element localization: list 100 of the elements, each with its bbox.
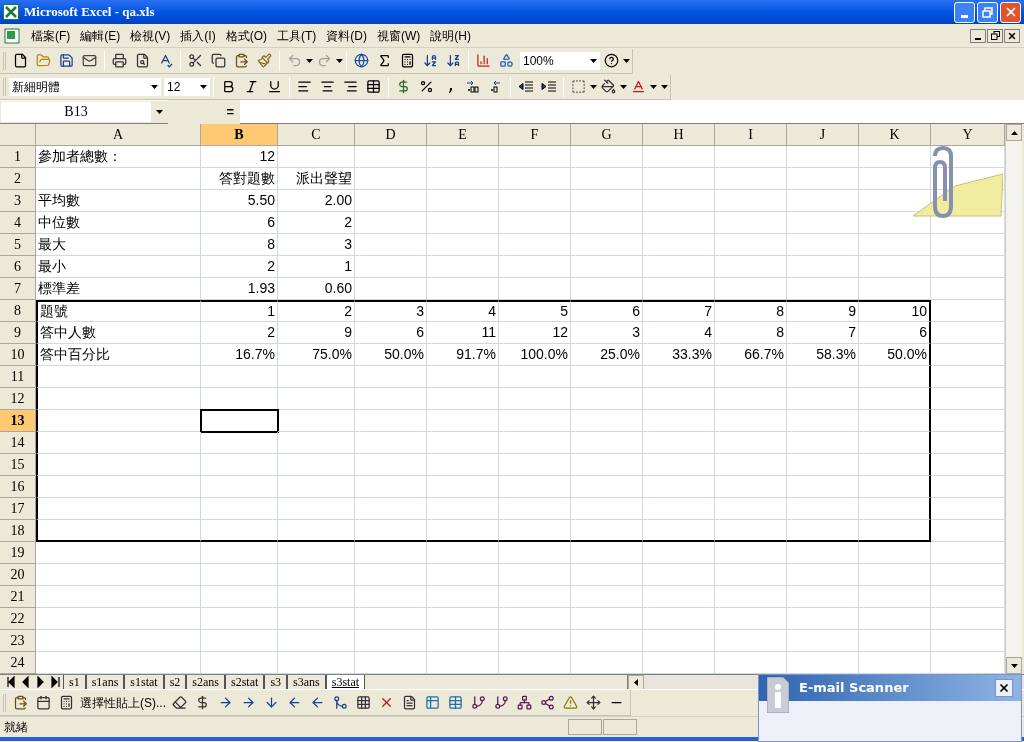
dropdown-arrow-icon[interactable]: [590, 58, 597, 63]
sigma-icon[interactable]: [377, 53, 392, 68]
arrow-down-icon[interactable]: [264, 695, 279, 710]
sheet-tab[interactable]: s1stat: [124, 674, 164, 690]
copy-icon[interactable]: [211, 53, 226, 68]
menu-item[interactable]: 說明(H): [425, 26, 476, 45]
sheet-tab[interactable]: s2stat: [225, 674, 265, 690]
cut-icon[interactable]: [188, 53, 203, 68]
dropdown-arrow-icon[interactable]: [306, 58, 313, 63]
menu-item[interactable]: 視窗(W): [372, 26, 426, 45]
sheet-tab[interactable]: s2ans: [186, 674, 226, 690]
dropdown-arrow-icon[interactable]: [620, 84, 627, 89]
row-header[interactable]: 7: [0, 278, 36, 300]
row-header[interactable]: 10: [0, 344, 36, 366]
spelling-icon[interactable]: [158, 53, 173, 68]
sheet-tab[interactable]: s3stat: [325, 674, 366, 690]
font-field[interactable]: 新細明體: [9, 77, 161, 96]
bold-icon[interactable]: [221, 79, 236, 94]
dropdown-arrow-icon[interactable]: [200, 84, 207, 89]
column-header[interactable]: A: [36, 124, 201, 146]
branch-icon[interactable]: [494, 695, 509, 710]
row-header[interactable]: 11: [0, 366, 36, 388]
dropdown-arrow-icon[interactable]: [151, 84, 158, 89]
sheet-tab[interactable]: s3: [264, 674, 288, 690]
shapes-icon[interactable]: [499, 53, 514, 68]
name-box-dropdown-button[interactable]: [151, 101, 167, 122]
row-header[interactable]: 16: [0, 476, 36, 498]
menu-item[interactable]: 資料(D): [321, 26, 372, 45]
close-button[interactable]: [995, 679, 1013, 697]
document-icon[interactable]: [402, 695, 417, 710]
column-header[interactable]: J: [787, 124, 859, 146]
column-header[interactable]: D: [355, 124, 427, 146]
calculator-icon[interactable]: [59, 695, 74, 710]
row-header[interactable]: 17: [0, 498, 36, 520]
row-header[interactable]: 19: [0, 542, 36, 564]
menu-item[interactable]: 檢視(V): [125, 26, 176, 45]
column-header[interactable]: F: [499, 124, 571, 146]
row-header[interactable]: 5: [0, 234, 36, 256]
dropdown-arrow-icon[interactable]: [590, 84, 597, 89]
align-center-icon[interactable]: [320, 79, 335, 94]
dropdown-arrow-icon[interactable]: [336, 58, 343, 63]
scroll-down-button[interactable]: [1006, 657, 1022, 674]
font-size-field[interactable]: 12: [164, 77, 210, 96]
eraser-icon[interactable]: [172, 695, 187, 710]
sheet-tab[interactable]: s2: [163, 674, 187, 690]
font-color-icon[interactable]: [631, 79, 646, 94]
sheet-tab[interactable]: s1ans: [85, 674, 125, 690]
row-header[interactable]: 6: [0, 256, 36, 278]
row-header[interactable]: 14: [0, 432, 36, 454]
merge-cells-icon[interactable]: [366, 79, 381, 94]
name-box[interactable]: B13: [0, 100, 168, 123]
row-header[interactable]: 8: [0, 300, 36, 322]
table-icon[interactable]: [448, 695, 463, 710]
minimize-button[interactable]: [970, 28, 986, 43]
merge-icon[interactable]: [333, 695, 348, 710]
globe-icon[interactable]: [354, 53, 369, 68]
sort-descending-icon[interactable]: [446, 53, 461, 68]
row-header[interactable]: 18: [0, 520, 36, 542]
column-header[interactable]: I: [715, 124, 787, 146]
column-header[interactable]: G: [571, 124, 643, 146]
help-icon[interactable]: [604, 53, 619, 68]
paste-icon[interactable]: [234, 53, 249, 68]
sheet-tab[interactable]: s3ans: [287, 674, 326, 690]
row-header[interactable]: 13: [0, 410, 36, 432]
paste-special-button[interactable]: 選擇性貼上(S)...: [78, 691, 168, 714]
paintbrush-icon[interactable]: [257, 53, 272, 68]
row-header[interactable]: 23: [0, 630, 36, 652]
branch-icon[interactable]: [471, 695, 486, 710]
network-icon[interactable]: [517, 695, 532, 710]
percent-icon[interactable]: [419, 79, 434, 94]
row-header[interactable]: 4: [0, 212, 36, 234]
align-left-icon[interactable]: [297, 79, 312, 94]
currency-icon[interactable]: [396, 79, 411, 94]
share-icon[interactable]: [540, 695, 555, 710]
column-header[interactable]: C: [278, 124, 355, 146]
increase-indent-icon[interactable]: [540, 78, 557, 95]
print-preview-icon[interactable]: [135, 53, 150, 68]
table-icon[interactable]: [425, 695, 440, 710]
row-header[interactable]: 21: [0, 586, 36, 608]
underline-icon[interactable]: [267, 79, 282, 94]
paste-icon[interactable]: [13, 695, 28, 710]
row-header[interactable]: 20: [0, 564, 36, 586]
toolbar-options-icon[interactable]: [661, 84, 668, 89]
align-right-icon[interactable]: [343, 79, 358, 94]
menu-item[interactable]: 檔案(F): [26, 26, 76, 45]
arrow-right-icon[interactable]: [218, 695, 233, 710]
column-header[interactable]: Y: [931, 124, 1005, 146]
currency-icon[interactable]: [195, 695, 210, 710]
new-icon[interactable]: [13, 53, 28, 68]
delete-icon[interactable]: [379, 695, 394, 710]
italic-icon[interactable]: [244, 79, 259, 94]
row-header[interactable]: 24: [0, 652, 36, 674]
calendar-icon[interactable]: [36, 695, 51, 710]
row-header[interactable]: 22: [0, 608, 36, 630]
row-header[interactable]: 1: [0, 146, 36, 168]
row-header[interactable]: 9: [0, 322, 36, 344]
fill-color-icon[interactable]: [601, 79, 616, 94]
scroll-left-button[interactable]: [628, 674, 644, 690]
column-header[interactable]: B: [201, 124, 278, 146]
grid-icon[interactable]: [356, 695, 371, 710]
